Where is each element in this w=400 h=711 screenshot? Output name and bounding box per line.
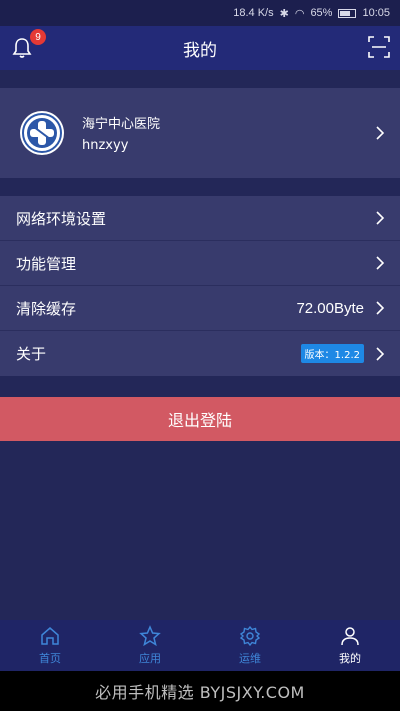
- menu-item-clear-cache[interactable]: 清除缓存 72.00Byte: [0, 286, 400, 331]
- hospital-name: 海宁中心医院: [82, 117, 161, 132]
- tab-apps[interactable]: 应用: [100, 620, 200, 671]
- app-header: 9 我的: [0, 26, 400, 70]
- gear-icon: [239, 625, 261, 647]
- system-nav-bar: 必用手机精选 BYJSJXY.COM: [0, 671, 400, 711]
- menu-item-label: 网络环境设置: [16, 209, 107, 228]
- tab-label: 运维: [239, 652, 261, 665]
- scan-icon[interactable]: [368, 36, 390, 58]
- status-bar: 18.4 K/s ✱ ◠ 65% 10:05: [0, 0, 400, 26]
- star-icon: [139, 625, 161, 647]
- tab-home[interactable]: 首页: [0, 620, 100, 671]
- battery-icon: [338, 8, 357, 18]
- version-badge: 版本：1.2.2: [300, 344, 364, 363]
- page-title: 我的: [183, 40, 217, 61]
- menu-item-features[interactable]: 功能管理: [0, 241, 400, 286]
- hospital-logo: [20, 111, 64, 155]
- menu-item-network[interactable]: 网络环境设置: [0, 196, 400, 241]
- hospital-card[interactable]: 海宁中心医院 hnzxyy: [0, 88, 400, 178]
- chevron-right-icon: [376, 301, 385, 315]
- logout-button[interactable]: 退出登陆: [0, 397, 400, 441]
- menu-item-label: 清除缓存: [16, 299, 77, 318]
- cache-size: 72.00Byte: [296, 299, 364, 317]
- chevron-right-icon: [376, 126, 385, 140]
- hospital-code: hnzxyy: [82, 138, 129, 153]
- tab-mine[interactable]: 我的: [300, 620, 400, 671]
- network-speed: 18.4 K/s: [233, 7, 274, 19]
- chevron-right-icon: [376, 346, 385, 361]
- tab-operations[interactable]: 运维: [200, 620, 300, 671]
- chevron-right-icon: [376, 211, 385, 225]
- battery-percent: 65%: [310, 7, 333, 19]
- settings-menu: 网络环境设置 功能管理 清除缓存 72.00Byte 关于 版本：1.2.2: [0, 196, 400, 376]
- tab-label: 应用: [139, 652, 161, 665]
- bottom-nav: 首页 应用 运维 我的: [0, 620, 400, 671]
- user-icon: [341, 627, 359, 646]
- menu-item-label: 功能管理: [16, 254, 77, 273]
- clock: 10:05: [362, 7, 390, 19]
- tab-label: 首页: [39, 652, 61, 665]
- chevron-right-icon: [376, 256, 385, 270]
- menu-item-about[interactable]: 关于 版本：1.2.2: [0, 331, 400, 376]
- wifi-icon: ◠: [294, 7, 305, 20]
- tab-label: 我的: [339, 652, 361, 665]
- bluetooth-icon: ✱: [279, 7, 289, 20]
- hospital-logo-icon: [22, 113, 62, 153]
- menu-item-label: 关于: [16, 345, 47, 363]
- home-icon: [41, 627, 59, 645]
- watermark-text: 必用手机精选 BYJSJXY.COM: [95, 683, 305, 702]
- notification-badge: 9: [30, 29, 46, 45]
